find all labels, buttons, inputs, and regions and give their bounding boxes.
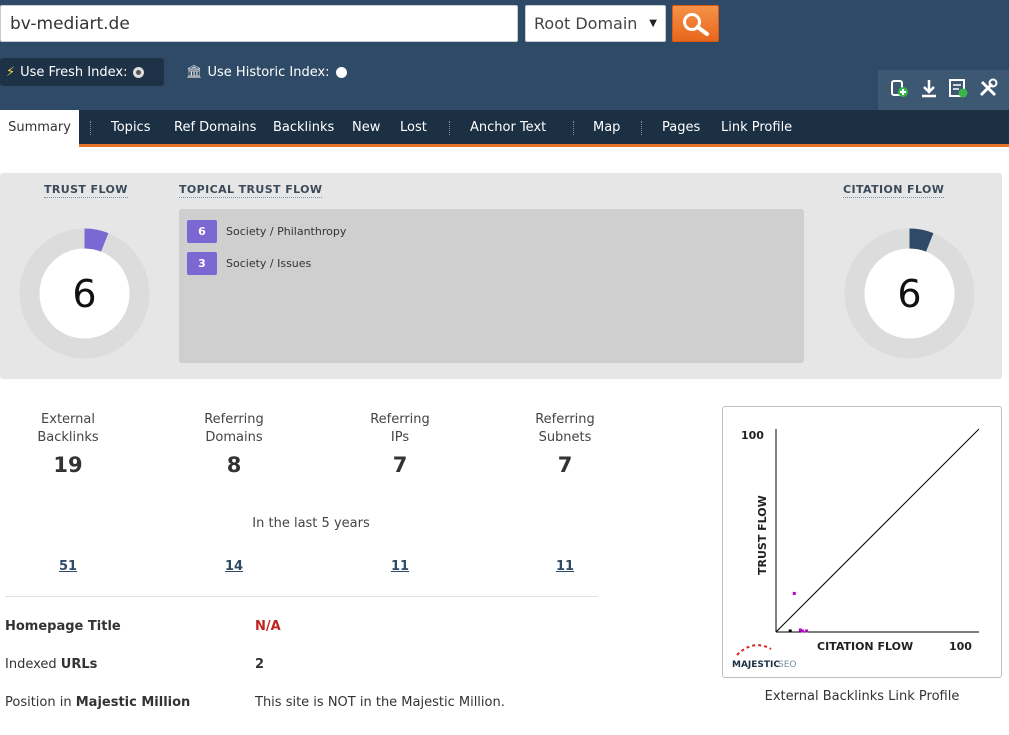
topical-trust-flow-title[interactable]: TOPICAL TRUST FLOW <box>179 183 323 198</box>
citation-flow-gauge: 6 <box>844 228 975 359</box>
nav-separator <box>90 121 91 135</box>
topic-score-badge: 3 <box>187 252 217 275</box>
homepage-title-row: Homepage Title N/A <box>5 619 605 639</box>
lightning-icon: ⚡ <box>6 64 16 80</box>
museum-icon: 🏛 <box>186 64 203 80</box>
majestic-logo: MAJESTIC SEO <box>732 644 796 670</box>
logo-text-seo: SEO <box>778 660 796 670</box>
tab-lost[interactable]: Lost <box>400 110 427 144</box>
scatter-points <box>788 591 808 633</box>
nav-separator <box>449 121 450 135</box>
tab-pages[interactable]: Pages <box>662 110 700 144</box>
link-profile-chart[interactable]: 100 TRUST FLOW CITATION FLOW 100 MAJESTI… <box>722 406 1002 678</box>
trust-flow-gauge: 6 <box>19 228 150 359</box>
stat-referring-domains: Referring Domains 8 <box>164 411 304 477</box>
logo-arc <box>736 644 772 656</box>
fresh-index-toggle[interactable]: ⚡ Use Fresh Index: <box>0 58 164 86</box>
stat-external-backlinks: External Backlinks 19 <box>0 411 138 477</box>
tab-backlinks[interactable]: Backlinks <box>273 110 334 144</box>
fresh-index-radio[interactable] <box>133 66 145 78</box>
stat-referring-ips: Referring IPs 7 <box>330 411 470 477</box>
tab-map[interactable]: Map <box>593 110 620 144</box>
stat-referring-subnets: Referring Subnets 7 <box>495 411 635 477</box>
scatter-point <box>800 629 804 633</box>
scope-select-value: Root Domain <box>534 14 638 33</box>
tab-topics[interactable]: Topics <box>111 110 150 144</box>
topic-row[interactable]: 3 Society / Issues <box>187 252 311 275</box>
stat-label: IPs <box>390 430 410 445</box>
stat-value: 7 <box>557 453 573 477</box>
historic-ips-link[interactable]: 11 <box>330 559 470 574</box>
citation-flow-title[interactable]: CITATION FLOW <box>843 183 945 198</box>
diagonal-line <box>775 428 980 633</box>
x-axis-label: CITATION FLOW <box>817 640 913 653</box>
historic-backlinks-link[interactable]: 51 <box>0 559 138 574</box>
stat-label: Referring <box>370 412 430 427</box>
scatter-point <box>792 591 796 595</box>
search-icon <box>682 12 709 36</box>
trust-flow-title[interactable]: TRUST FLOW <box>44 183 128 198</box>
indexed-urls-label: Indexed URLs <box>5 657 98 672</box>
flow-metrics-panel: TRUST FLOW 6 TOPICAL TRUST FLOW 6 Societ… <box>0 173 1002 379</box>
indexed-urls-row: Indexed URLs 2 <box>5 657 605 677</box>
scope-select[interactable]: Root Domain ▼ <box>525 5 666 42</box>
plot-caption: External Backlinks Link Profile <box>764 689 960 704</box>
nav-separator <box>641 121 642 135</box>
majestic-million-label: Position in Majestic Million <box>5 695 191 710</box>
nav-separator <box>573 121 574 135</box>
link-profile-plot: 100 TRUST FLOW CITATION FLOW 100 MAJESTI… <box>732 428 980 670</box>
stat-value: 8 <box>226 453 242 477</box>
topic-label: Society / Issues <box>226 257 312 270</box>
stat-label: Domains <box>205 430 263 445</box>
toolbar-icons <box>878 70 1009 110</box>
historic-index-label: Use Historic Index: <box>207 64 330 80</box>
chevron-down-icon: ▼ <box>649 18 657 29</box>
top-header: Root Domain ▼ ⚡ Use Fresh Index: 🏛 Use H… <box>0 0 1009 110</box>
main-nav: Summary Topics Ref Domains Backlinks New… <box>0 110 1009 147</box>
scatter-point <box>804 629 808 633</box>
download-icon[interactable] <box>917 78 941 103</box>
tab-new[interactable]: New <box>352 110 380 144</box>
stat-label: Referring <box>204 412 264 427</box>
fresh-index-label: Use Fresh Index: <box>20 64 128 80</box>
stat-value: 7 <box>392 453 408 477</box>
indexed-urls-value: 2 <box>255 657 265 672</box>
topic-label: Society / Philanthropy <box>226 225 347 238</box>
tab-ref-domains[interactable]: Ref Domains <box>174 110 256 144</box>
historic-index-toggle[interactable]: 🏛 Use Historic Index: <box>180 58 355 86</box>
x-max-label: 100 <box>949 640 972 653</box>
homepage-title-value: N/A <box>255 619 281 634</box>
tab-link-profile[interactable]: Link Profile <box>721 110 792 144</box>
domain-search-input[interactable] <box>0 5 518 42</box>
add-bucket-icon[interactable] <box>887 78 911 103</box>
historic-domains-link[interactable]: 14 <box>164 559 304 574</box>
last-5-years-label: In the last 5 years <box>252 516 370 531</box>
stat-label: Subnets <box>538 430 592 445</box>
tools-icon[interactable] <box>976 78 1000 103</box>
divider <box>5 596 598 597</box>
search-button[interactable] <box>672 5 719 42</box>
citation-flow-value: 6 <box>897 271 922 316</box>
stat-label: External <box>41 412 95 427</box>
tab-summary[interactable]: Summary <box>0 110 79 147</box>
y-axis-label: TRUST FLOW <box>756 495 769 575</box>
trust-flow-value: 6 <box>72 271 97 316</box>
stat-label: Referring <box>535 412 595 427</box>
historic-subnets-link[interactable]: 11 <box>495 559 635 574</box>
topic-row[interactable]: 6 Society / Philanthropy <box>187 220 346 243</box>
historic-index-radio[interactable] <box>335 66 347 78</box>
topical-trust-flow-box: 6 Society / Philanthropy 3 Society / Iss… <box>179 209 804 363</box>
tab-anchor-text[interactable]: Anchor Text <box>470 110 546 144</box>
scatter-point <box>788 629 792 633</box>
homepage-title-label: Homepage Title <box>5 619 121 634</box>
logo-text: MAJESTIC <box>732 660 780 670</box>
majestic-million-value: This site is NOT in the Majestic Million… <box>255 695 505 710</box>
stat-label: Backlinks <box>37 430 99 445</box>
y-max-label: 100 <box>741 429 764 442</box>
majestic-million-row: Position in Majestic Million This site i… <box>5 695 605 715</box>
report-icon[interactable] <box>946 78 970 103</box>
topic-score-badge: 6 <box>187 220 217 243</box>
stat-value: 19 <box>53 453 83 477</box>
